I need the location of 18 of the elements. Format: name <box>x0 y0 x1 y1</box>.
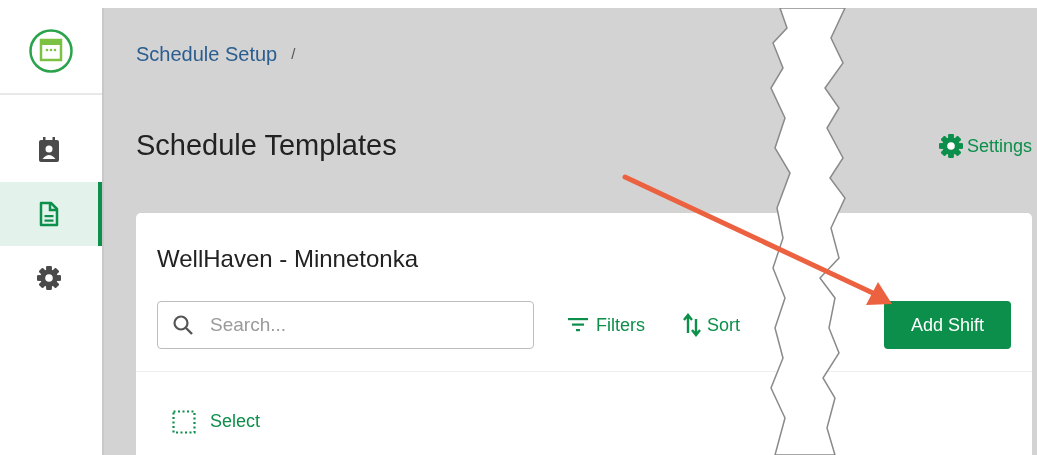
sort-button[interactable]: Sort <box>683 311 740 339</box>
select-button[interactable]: Select <box>172 408 261 435</box>
page-title: Schedule Templates <box>136 128 397 164</box>
add-shift-button[interactable]: Add Shift <box>884 301 1011 349</box>
filters-button[interactable]: Filters <box>568 311 645 339</box>
breadcrumb-separator: / <box>291 43 296 64</box>
document-icon <box>39 201 59 227</box>
search-icon <box>171 313 195 337</box>
gear-icon <box>937 133 964 159</box>
sort-icon <box>683 313 701 337</box>
breadcrumb-link[interactable]: Schedule Setup <box>136 39 278 69</box>
card-title: WellHaven - Minnetonka <box>157 244 419 274</box>
calendar-person-icon <box>38 137 60 163</box>
filter-icon <box>568 318 588 332</box>
settings-link[interactable]: Settings <box>937 132 1032 160</box>
search-field[interactable]: Search... <box>157 301 534 349</box>
dashed-square-icon <box>172 409 196 434</box>
calendar-logo-icon <box>28 27 74 74</box>
